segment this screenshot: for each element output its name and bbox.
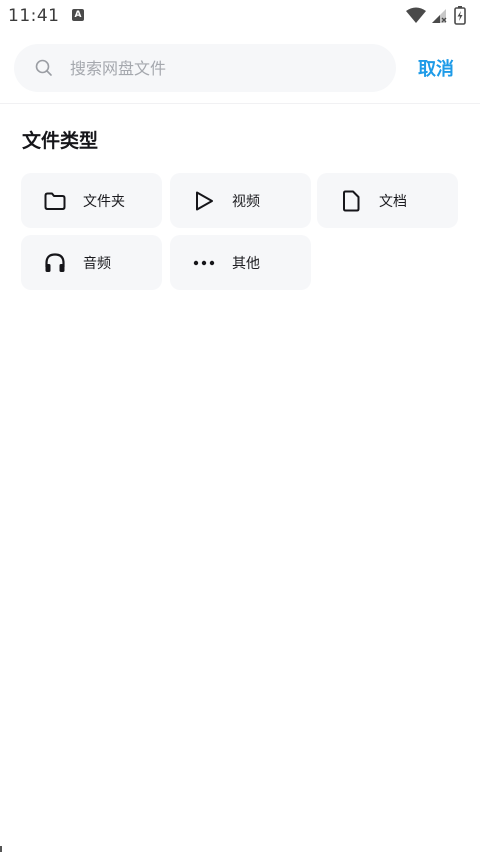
file-type-label: 文件夹 [83, 194, 125, 210]
file-type-label: 文档 [379, 194, 407, 210]
cancel-button[interactable]: 取消 [418, 55, 454, 81]
search-row: 取消 [0, 44, 480, 94]
folder-icon [44, 192, 66, 210]
search-box[interactable] [14, 44, 396, 92]
file-type-label: 音频 [83, 256, 111, 272]
more-icon [193, 260, 215, 266]
headphones-icon [45, 253, 65, 272]
file-type-label: 视频 [232, 194, 260, 210]
document-icon [343, 190, 360, 212]
file-type-other[interactable]: 其他 [170, 235, 311, 290]
file-type-video[interactable]: 视频 [170, 173, 311, 228]
status-bar: 11:41 A [0, 0, 480, 34]
notification-app-icon: A [72, 9, 84, 21]
search-icon [35, 59, 52, 76]
play-icon [196, 191, 213, 211]
status-time: 11:41 [8, 6, 60, 26]
signal-icon [432, 9, 447, 23]
wifi-icon [406, 7, 426, 23]
battery-icon [454, 6, 466, 25]
edge-marker [0, 846, 2, 852]
status-indicators [404, 5, 470, 27]
file-type-document[interactable]: 文档 [317, 173, 458, 228]
file-type-audio[interactable]: 音频 [21, 235, 162, 290]
section-title: 文件类型 [22, 130, 99, 152]
file-type-label: 其他 [232, 256, 260, 272]
header-divider [0, 103, 480, 104]
file-type-folder[interactable]: 文件夹 [21, 173, 162, 228]
search-input[interactable] [70, 44, 380, 92]
